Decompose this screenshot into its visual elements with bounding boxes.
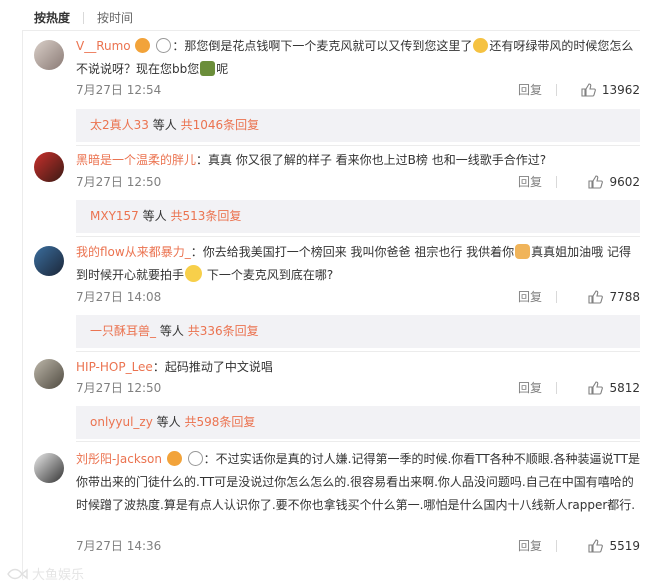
like-count: 7788 — [609, 290, 640, 304]
comment-divider — [76, 236, 640, 237]
avatar[interactable] — [34, 152, 64, 182]
like-button[interactable]: 7788 — [588, 287, 640, 307]
like-button[interactable]: 13962 — [581, 80, 640, 100]
clap-emoji-icon — [515, 244, 531, 259]
thumbs-up-icon — [588, 175, 604, 189]
heart-eyes-emoji-icon — [166, 451, 182, 466]
comment-item: HIP-HOP_Lee：起码推动了中文说唱 7月27日 12:50 回复 581… — [22, 356, 640, 442]
sub-reply-mid: 等人 — [152, 118, 177, 132]
comment-divider — [76, 441, 640, 442]
thumbs-up-icon — [588, 290, 604, 304]
watermark-text: 大鱼娱乐 — [32, 568, 85, 583]
comment-text: 我的flow从来都暴力_：你去给我美国打一个榜回来 我叫你爸爸 祖宗也行 我供着… — [76, 241, 640, 287]
panda-emoji-icon — [156, 38, 172, 53]
like-button[interactable]: 5519 — [588, 536, 640, 556]
avatar[interactable] — [34, 40, 64, 70]
sub-reply-count[interactable]: 共598条回复 — [185, 415, 256, 429]
tab-sort-hot[interactable]: 按热度 — [34, 9, 70, 26]
comment-text: 刘彤阳-Jackson ：不过实话你是真的讨人嫌.记得第一季的时候.你看TT各种… — [76, 448, 640, 517]
watermark: 大鱼娱乐 — [6, 564, 84, 583]
timestamp: 7月27日 14:36 — [76, 539, 162, 553]
tab-separator — [83, 11, 85, 24]
horse-emoji-icon — [200, 61, 216, 76]
comment-divider — [76, 145, 640, 146]
thumbs-up-icon — [588, 539, 604, 553]
sub-reply-count[interactable]: 共1046条回复 — [181, 118, 260, 132]
comment-item: 刘彤阳-Jackson ：不过实话你是真的讨人嫌.记得第一季的时候.你看TT各种… — [22, 451, 640, 561]
comment-divider — [76, 351, 640, 352]
comment-body: ：那您倒是花点钱啊下一个麦克风就可以又传到您这里了 — [172, 39, 473, 53]
thumbs-up-icon — [581, 83, 596, 97]
sub-reply-mid: 等人 — [156, 415, 181, 429]
avatar[interactable] — [34, 246, 64, 276]
comment-body: ：真真 你又很了解的样子 看来你也上过B榜 也和一线歌手合作过? — [196, 153, 547, 167]
sub-reply-user[interactable]: 一只酥耳兽_ — [90, 324, 156, 338]
username[interactable]: 刘彤阳-Jackson — [76, 452, 162, 466]
panda-emoji-icon — [187, 451, 203, 466]
comment-meta: 7月27日 12:54 回复 13962 — [76, 80, 640, 100]
sub-reply-count[interactable]: 共336条回复 — [188, 324, 259, 338]
reply-button[interactable]: 回复 — [518, 80, 542, 100]
reply-button[interactable]: 回复 — [518, 378, 542, 398]
username[interactable]: HIP-HOP_Lee — [76, 360, 153, 374]
sub-reply-user[interactable]: onlyyul_zy — [90, 415, 153, 429]
like-button[interactable]: 9602 — [588, 172, 640, 192]
timestamp: 7月27日 12:50 — [76, 175, 162, 189]
sub-replies-box[interactable]: MXY157 等人 共513条回复 — [76, 200, 640, 233]
username[interactable]: 黑暗是一个温柔的胖儿 — [76, 153, 196, 167]
comment-body: ：你去给我美国打一个榜回来 我叫你爸爸 祖宗也行 我供着你 — [190, 245, 515, 259]
sub-replies-box[interactable]: 太2真人33 等人 共1046条回复 — [76, 109, 640, 142]
avatar[interactable] — [34, 359, 64, 389]
comment-body-end: 下一个麦克风到底在哪? — [206, 268, 334, 282]
sub-reply-mid: 等人 — [142, 209, 167, 223]
comment-item: V__Rumo ：那您倒是花点钱啊下一个麦克风就可以又传到您这里了 还有呀绿带风的… — [22, 38, 640, 146]
comment-body-end: 呢 — [216, 62, 229, 76]
like-count: 5812 — [609, 381, 640, 395]
sub-reply-count[interactable]: 共513条回复 — [170, 209, 241, 223]
smile-emoji-icon — [185, 265, 203, 282]
like-button[interactable]: 5812 — [588, 378, 640, 398]
meta-separator — [556, 540, 557, 552]
meta-separator — [556, 84, 557, 96]
sub-replies-box[interactable]: onlyyul_zy 等人 共598条回复 — [76, 406, 640, 439]
comment-body: ：起码推动了中文说唱 — [152, 360, 273, 374]
like-count: 13962 — [601, 83, 640, 97]
comment-text: V__Rumo ：那您倒是花点钱啊下一个麦克风就可以又传到您这里了 还有呀绿带风的… — [76, 35, 640, 81]
like-count: 5519 — [609, 539, 640, 553]
comment-meta: 7月27日 14:36 回复 5519 — [76, 536, 640, 556]
meta-separator — [556, 176, 557, 188]
meta-separator — [556, 382, 557, 394]
timestamp: 7月27日 12:54 — [76, 83, 162, 97]
timestamp: 7月27日 14:08 — [76, 290, 162, 304]
username[interactable]: 我的flow从来都暴力_ — [76, 245, 191, 259]
thumbs-up-icon — [588, 381, 604, 395]
tabs-divider — [22, 30, 640, 31]
comment-text: HIP-HOP_Lee：起码推动了中文说唱 — [76, 356, 640, 379]
sub-replies-box[interactable]: 一只酥耳兽_ 等人 共336条回复 — [76, 315, 640, 348]
comment-meta: 7月27日 14:08 回复 7788 — [76, 287, 640, 307]
comment-meta: 7月27日 12:50 回复 5812 — [76, 378, 640, 398]
like-count: 9602 — [609, 175, 640, 189]
username[interactable]: V__Rumo — [76, 39, 131, 53]
sub-reply-user[interactable]: 太2真人33 — [90, 118, 149, 132]
comment-text: 黑暗是一个温柔的胖儿：真真 你又很了解的样子 看来你也上过B榜 也和一线歌手合作… — [76, 149, 640, 172]
sort-tabs: 按热度 按时间 — [34, 9, 133, 26]
meta-separator — [556, 291, 557, 303]
reply-button[interactable]: 回复 — [518, 172, 542, 192]
comment-item: 我的flow从来都暴力_：你去给我美国打一个榜回来 我叫你爸爸 祖宗也行 我供着… — [22, 244, 640, 358]
tab-sort-time[interactable]: 按时间 — [97, 9, 133, 26]
avatar[interactable] — [34, 453, 64, 483]
reply-button[interactable]: 回复 — [518, 287, 542, 307]
reply-button[interactable]: 回复 — [518, 536, 542, 556]
timestamp: 7月27日 12:50 — [76, 381, 162, 395]
heart-eyes-emoji-icon — [135, 38, 151, 53]
sweat-emoji-icon — [473, 38, 489, 53]
fish-logo-icon — [7, 568, 28, 579]
sub-reply-user[interactable]: MXY157 — [90, 209, 139, 223]
comment-meta: 7月27日 12:50 回复 9602 — [76, 172, 640, 192]
sub-reply-mid: 等人 — [159, 324, 184, 338]
